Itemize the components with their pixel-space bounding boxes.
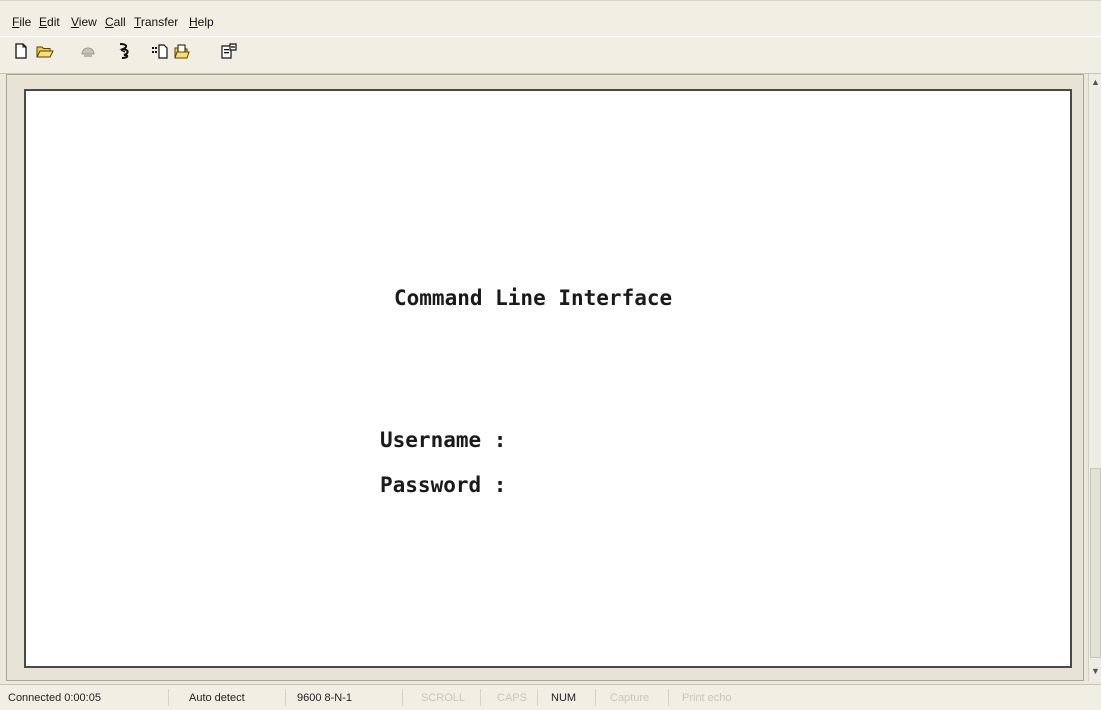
toolbar: [0, 36, 1101, 74]
caps-indicator: CAPS: [497, 692, 527, 704]
menu-edit-mnemonic: E: [39, 15, 48, 29]
menu-view-label: iew: [78, 15, 97, 29]
connect-button[interactable]: [79, 42, 97, 60]
port-settings-label: 9600 8-N-1: [297, 692, 353, 704]
connection-timer: Connected 0:00:05: [8, 692, 101, 704]
auto-detect-label: Auto detect: [189, 692, 245, 704]
scroll-up-icon[interactable]: ▲: [1090, 77, 1101, 88]
menu-call-mnemonic: C: [105, 15, 114, 29]
menu-call[interactable]: Call: [105, 15, 126, 29]
properties-button[interactable]: [220, 42, 238, 60]
disconnect-icon: [119, 43, 129, 59]
status-bar: Connected 0:00:05 Auto detect 9600 8-N-1…: [0, 684, 1101, 710]
open-folder-icon: [36, 46, 54, 58]
menu-transfer[interactable]: Transfer: [134, 15, 178, 29]
send-file-icon: [152, 44, 168, 59]
vertical-scrollbar[interactable]: ▲ ▼: [1088, 74, 1101, 681]
properties-icon: [221, 43, 237, 59]
cli-title: Command Line Interface: [394, 286, 673, 310]
scrollbar-thumb[interactable]: [1090, 468, 1101, 658]
menu-view[interactable]: View: [71, 15, 97, 29]
send-file-button[interactable]: [152, 42, 170, 60]
new-file-button[interactable]: [12, 42, 30, 60]
username-prompt: Username :: [380, 428, 507, 452]
receive-file-button[interactable]: [173, 42, 191, 60]
status-divider: [480, 689, 481, 706]
menu-help[interactable]: Help: [189, 15, 214, 29]
hyperterminal-window: File Edit View Call Transfer Help Comman…: [0, 0, 1101, 710]
menu-help-mnemonic: H: [189, 15, 198, 29]
menu-call-label: all: [113, 15, 126, 29]
menu-edit-label: dit: [47, 15, 60, 29]
menu-help-label: elp: [197, 15, 214, 29]
status-divider: [168, 689, 169, 706]
open-button[interactable]: [36, 42, 54, 60]
menu-transfer-mnemonic: T: [134, 15, 141, 29]
status-divider: [668, 689, 669, 706]
scroll-down-icon[interactable]: ▼: [1090, 666, 1101, 677]
status-divider: [285, 689, 286, 706]
menu-bar: File Edit View Call Transfer Help: [0, 0, 1101, 37]
scroll-indicator: SCROLL: [421, 692, 466, 704]
print-echo-indicator: Print echo: [682, 692, 732, 704]
status-divider: [402, 689, 403, 706]
menu-transfer-label: ransfer: [140, 15, 179, 29]
password-prompt: Password :: [380, 473, 507, 497]
menu-edit[interactable]: Edit: [39, 15, 60, 29]
menu-file[interactable]: File: [12, 15, 31, 29]
status-divider: [595, 689, 596, 706]
menu-view-mnemonic: V: [71, 15, 79, 29]
disconnect-button[interactable]: [115, 42, 133, 60]
status-divider: [537, 689, 538, 706]
terminal-screen[interactable]: Command Line Interface Username : Passwo…: [24, 89, 1072, 668]
receive-file-icon: [174, 44, 190, 59]
capture-indicator: Capture: [610, 692, 650, 704]
connect-icon: [81, 47, 95, 57]
menu-file-label: ile: [19, 15, 32, 29]
num-indicator: NUM: [551, 692, 577, 704]
new-file-icon: [15, 43, 27, 59]
